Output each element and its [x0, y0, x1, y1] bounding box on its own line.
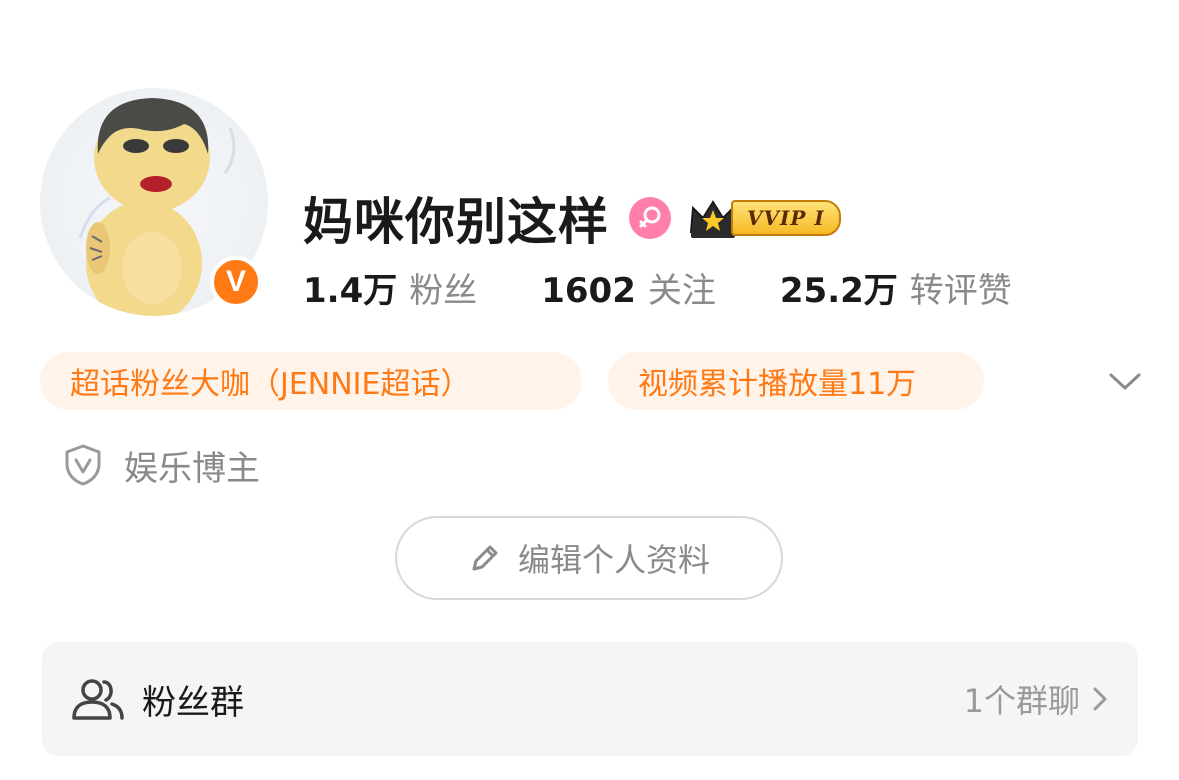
- edit-profile-button[interactable]: 编辑个人资料: [395, 516, 783, 600]
- stat-value: 1.4万: [303, 270, 398, 311]
- category-row: 娱乐博主: [64, 440, 260, 490]
- tag-video-plays[interactable]: 视频累计播放量11万: [608, 352, 984, 410]
- chevron-right-icon: [1093, 687, 1107, 711]
- verified-badge: V: [210, 256, 262, 308]
- stats-row: 1.4万 粉丝 1602 关注 25.2万 转评赞: [303, 262, 1076, 312]
- vip-label: VVIP I: [731, 200, 841, 236]
- shield-v-icon: [65, 444, 101, 486]
- edit-profile-label: 编辑个人资料: [517, 541, 710, 579]
- name-row: 妈咪你别这样 VVIP I: [303, 186, 841, 251]
- username: 妈咪你别这样: [303, 193, 609, 251]
- pencil-icon: [472, 545, 498, 571]
- vip-badge[interactable]: VVIP I: [687, 195, 841, 241]
- category-label: 娱乐博主: [124, 448, 260, 489]
- stat-label: 转评赞: [909, 270, 1012, 311]
- stat-value: 25.2万: [779, 270, 898, 311]
- stat-label: 关注: [647, 270, 716, 311]
- avatar-container[interactable]: V: [40, 88, 272, 316]
- stat-value: 1602: [541, 270, 636, 311]
- users-icon: [72, 679, 124, 720]
- stat-label: 粉丝: [409, 270, 478, 311]
- tag-superfan[interactable]: 超话粉丝大咖（JENNIE超话）: [40, 352, 582, 410]
- fan-group-title: 粉丝群: [142, 682, 244, 723]
- stat-fans[interactable]: 1.4万 粉丝: [303, 263, 477, 312]
- fan-group-row[interactable]: 粉丝群 1个群聊: [42, 642, 1138, 756]
- fan-group-count: 1个群聊: [963, 682, 1080, 720]
- chevron-down-icon[interactable]: [1107, 366, 1143, 396]
- female-symbol-icon: [629, 197, 671, 239]
- stat-following[interactable]: 1602 关注: [541, 263, 716, 312]
- tags-row: 超话粉丝大咖（JENNIE超话） 视频累计播放量11万: [40, 352, 1139, 410]
- stat-interactions[interactable]: 25.2万 转评赞: [780, 263, 1012, 312]
